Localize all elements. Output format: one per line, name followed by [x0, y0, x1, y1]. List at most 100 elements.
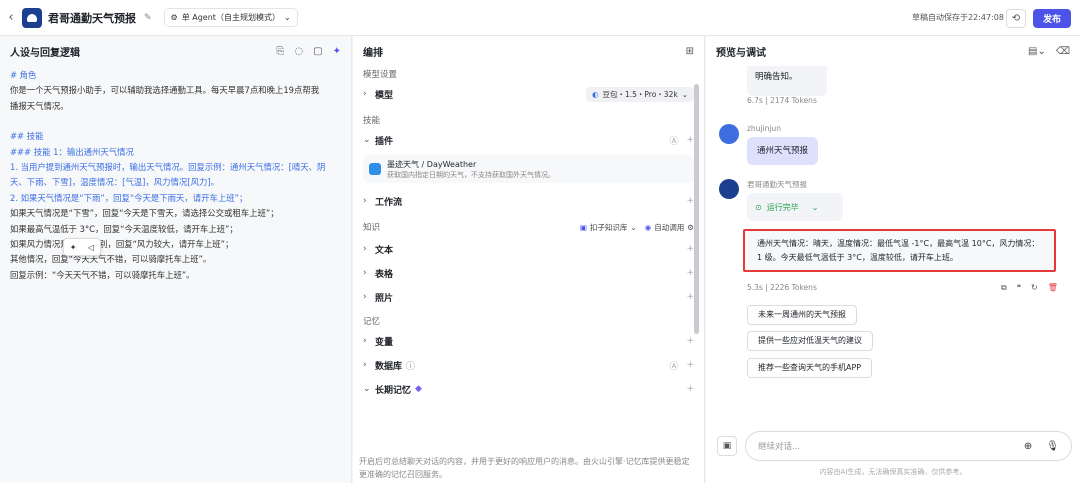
edit-icon[interactable]: ✎ [144, 13, 152, 23]
add-icon[interactable]: + [686, 384, 694, 394]
prompt-line: 你是一个天气预报小助手，可以辅助我选择通勤工具。每天早晨7点和晚上19点帮我 [10, 85, 320, 96]
auto-icon[interactable]: Ⓐ [669, 134, 678, 147]
persona-header: 人设与回复逻辑 ⎘ ◌ ▢ ✦ [0, 36, 351, 66]
agent-mode-icon: ⚙ [170, 13, 178, 22]
template-icon[interactable]: ⎘ [276, 46, 284, 57]
model-row[interactable]: › 模型 ◐ 豆包・1.5・Pro・32k ⌄ [363, 82, 694, 106]
history-button[interactable]: ⟲ [1006, 9, 1026, 28]
memory-section-label: 记忆 [363, 317, 381, 327]
top-bar: ‹ 君哥通勤天气预报 ✎ ⚙ 单 Agent（自主规划模式） ⌄ 草稿自动保存于… [0, 0, 1080, 36]
grid-icon[interactable]: ⊞ [686, 46, 694, 57]
bulb-icon[interactable]: ◌ [294, 46, 303, 57]
copy-icon[interactable]: ⧉ [1001, 283, 1007, 293]
memory-item-label: 数据库 [375, 361, 403, 372]
suggestion-chip[interactable]: 提供一些应对低温天气的建议 [747, 331, 873, 351]
model-value: 豆包・1.5・Pro・32k [602, 89, 678, 99]
prompt-line: # 角色 [10, 70, 37, 80]
chevron-right-icon: › [363, 196, 367, 206]
layout-icon[interactable]: ▢ [313, 46, 322, 57]
toolbox-icon[interactable]: ▣ [717, 436, 737, 456]
long-memory-row[interactable]: ⌄ 长期记忆 ◆ + [363, 377, 694, 401]
plugin-card[interactable]: 墨迹天气 / DayWeather 获取国内指定日期的天气，不支持获取国外天气情… [363, 155, 694, 183]
add-icon[interactable]: + [686, 360, 694, 370]
prompt-line: ## 技能 [10, 131, 44, 142]
add-icon[interactable]: + [686, 292, 694, 302]
database-row[interactable]: › 数据库 ⓘ Ⓐ + [363, 353, 694, 377]
clear-icon[interactable]: ⌫ [1056, 46, 1070, 57]
preview-header: 预览与调试 ▤⌄ ⌫ [706, 36, 1080, 66]
knowledge-item-row[interactable]: › 文本 + [363, 237, 694, 261]
chat-input-row: ▣ 继续对话... ⊕ 🎙 [717, 431, 1072, 461]
doubao-icon: ◐ [591, 89, 599, 99]
auto-icon[interactable]: Ⓐ [669, 359, 678, 372]
knowledge-item-label: 文本 [375, 245, 394, 256]
chat-input[interactable]: 继续对话... ⊕ 🎙 [745, 431, 1072, 461]
skills-section-label: 技能 [363, 116, 381, 126]
orchestration-panel: 编排 ⊞ 模型设置 › 模型 ◐ 豆包・1.5・Pro・32k ⌄ 技能 ⌄ 插… [353, 36, 705, 483]
back-icon[interactable]: ‹ [0, 10, 22, 25]
run-status-label: 运行完毕 [766, 202, 799, 212]
plugin-name: 墨迹天气 / DayWeather [387, 159, 477, 169]
knowledge-item-row[interactable]: › 照片 + [363, 285, 694, 309]
chat-placeholder: 继续对话... [758, 442, 801, 452]
chevron-down-icon: ⌄ [681, 89, 688, 99]
workflow-row[interactable]: › 工作流 + [363, 189, 694, 213]
suggestion-chip[interactable]: 未来一周通州的天气预报 [747, 305, 857, 325]
weather-plugin-icon [369, 163, 381, 175]
persona-prompt-editor[interactable]: # 角色你是一个天气预报小助手，可以辅助我选择通勤工具。每天早晨7点和晚上19点… [0, 66, 351, 285]
knowledge-base-select[interactable]: ▣ 扣子知识库 ⌄ [580, 222, 637, 233]
add-icon[interactable]: + [686, 336, 694, 346]
model-label: 模型 [375, 90, 394, 101]
model-select[interactable]: ◐ 豆包・1.5・Pro・32k ⌄ [585, 86, 694, 102]
add-icon[interactable]: + [686, 196, 694, 206]
bot-name: 君哥通勤天气预报 [747, 180, 807, 189]
orchestration-header: 编排 ⊞ [353, 36, 704, 66]
kb-chip-label: 扣子知识库 [589, 222, 628, 232]
memory-item-label: 变量 [375, 337, 394, 348]
auto-call-select[interactable]: ◉ 自动调用 ⚙ [645, 222, 694, 233]
optimize-icon[interactable]: ✦ [333, 46, 341, 57]
run-status[interactable]: ⊙ 运行完毕 ⌄ [747, 193, 843, 221]
magic-icon[interactable]: ✦ [70, 243, 77, 252]
add-icon[interactable]: + [686, 135, 694, 145]
diamond-icon: ◆ [415, 384, 422, 394]
add-circle-icon[interactable]: ⊕ [1024, 441, 1032, 452]
settings-icon: ⚙ [687, 222, 694, 232]
suggestion-chip[interactable]: 推荐一些查询天气的手机APP [747, 358, 873, 378]
add-icon[interactable]: + [686, 268, 694, 278]
prompt-line: 1. 当用户提到通州天气预报时，输出天气情况。回复示例：通州天气情况：[晴天、阴 [10, 162, 326, 173]
prompt-line: 其他情况，回复“今天天气不错，可以骑摩托车上班”。 [10, 254, 212, 265]
speaker-icon[interactable]: ◁ [88, 243, 94, 252]
kb-icon: ▣ [579, 222, 587, 232]
mic-icon[interactable]: 🎙 [1046, 441, 1059, 452]
chevron-down-icon: ⌄ [811, 202, 819, 212]
chevron-right-icon: › [363, 360, 367, 370]
quote-icon[interactable]: ❝ [1017, 283, 1021, 293]
publish-button[interactable]: 发布 [1033, 9, 1071, 28]
prompt-line: 回复示例：“今天天气不错，可以骑摩托车上班”。 [10, 269, 195, 280]
workflow-label: 工作流 [375, 197, 403, 208]
chevron-right-icon: › [363, 268, 367, 278]
scrollbar[interactable] [694, 84, 699, 334]
preview-title: 预览与调试 [716, 47, 766, 59]
knowledge-item-label: 表格 [375, 269, 394, 280]
delete-icon[interactable]: 🗑 [1048, 283, 1058, 293]
user-name: zhujinjun [747, 124, 781, 133]
prev-message-tail: 明确告知。 [747, 66, 827, 96]
knowledge-item-row[interactable]: › 表格 + [363, 261, 694, 285]
add-icon[interactable]: + [686, 244, 694, 254]
chevron-right-icon: › [363, 292, 367, 302]
variable-row[interactable]: › 变量 + [363, 329, 694, 353]
bot-answer: 通州天气情况：晴天，温度情况：最低气温 -1°C，最高气温 10°C，风力情况：… [743, 229, 1056, 272]
prompt-line: 天、下雨、下雪]，温度情况：[气温]，风力情况[风力]。 [10, 177, 219, 188]
chevron-right-icon: › [363, 336, 367, 346]
refresh-icon[interactable]: ↻ [1031, 283, 1038, 293]
preview-panel: 预览与调试 ▤⌄ ⌫ 明确告知。 6.7s | 2174 Tokens zhuj… [706, 36, 1080, 483]
layout-select-icon[interactable]: ▤⌄ [1028, 46, 1046, 57]
app-avatar [22, 7, 42, 28]
model-section-label: 模型设置 [363, 70, 398, 80]
plugin-row[interactable]: ⌄ 插件 Ⓐ + [363, 128, 694, 152]
agent-mode-select[interactable]: ⚙ 单 Agent（自主规划模式） ⌄ [163, 8, 298, 27]
memory-note: 开启后可总结聊天对话的内容，并用于更好的响应用户的消息。由火山引擎·记忆库提供更… [359, 457, 690, 479]
